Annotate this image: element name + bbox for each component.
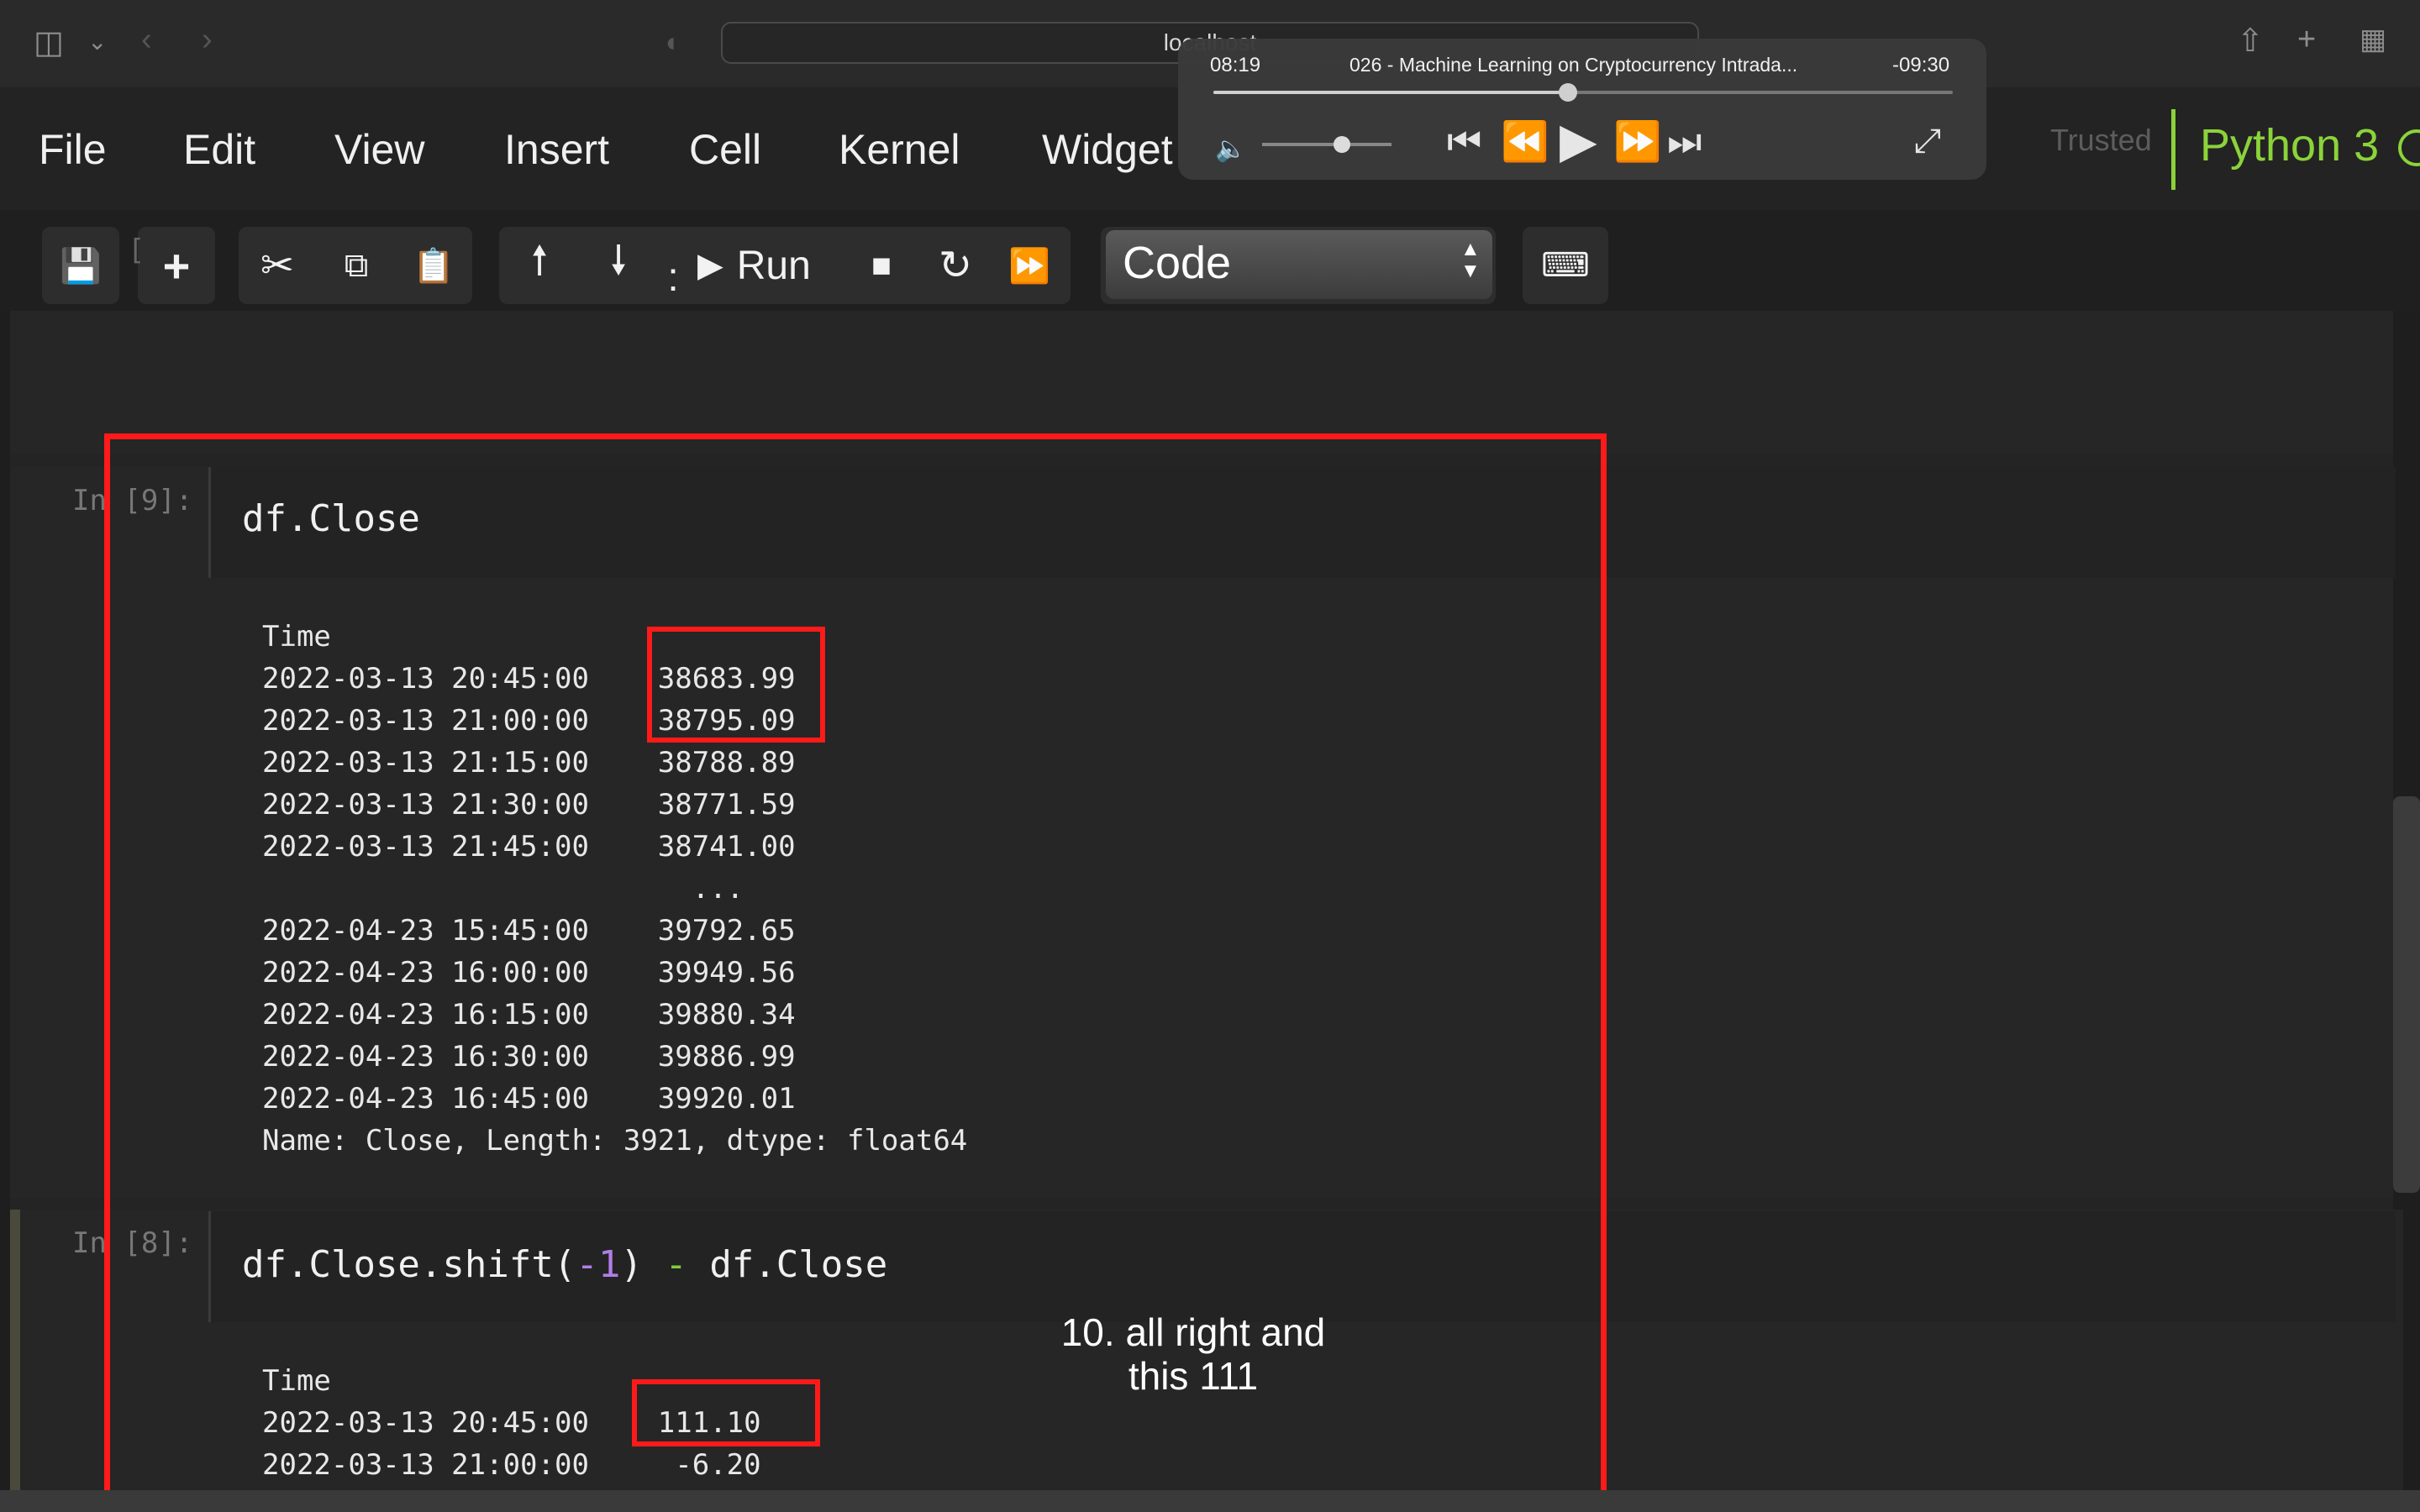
volume-icon[interactable]: 🔈: [1215, 126, 1246, 173]
copy-icon[interactable]: ⧉: [318, 227, 395, 304]
fast-forward-icon[interactable]: ⏩: [992, 227, 1067, 304]
menu-insert[interactable]: Insert: [504, 124, 609, 175]
menu-file[interactable]: File: [39, 124, 107, 175]
menu-widgets[interactable]: Widget: [1042, 124, 1173, 175]
move-up-icon[interactable]: 🠕: [501, 227, 578, 304]
new-tab-icon[interactable]: +: [2297, 24, 2316, 55]
toolbar-separator: :: [667, 255, 679, 300]
insert-cell-icon[interactable]: +: [138, 227, 215, 304]
sidebar-icon[interactable]: ◫: [34, 27, 64, 59]
restart-icon[interactable]: ↻: [918, 227, 993, 304]
save-icon[interactable]: 💾: [42, 227, 119, 304]
previous-prompt-fragment: [: [128, 234, 145, 267]
highlight-box-diff-value: [632, 1379, 820, 1446]
exit-mini-player-icon[interactable]: ⤢: [1914, 118, 1941, 165]
run-label: Run: [736, 243, 811, 288]
annotation-caption: 10. all right and this 111: [1060, 1310, 1326, 1398]
paste-icon[interactable]: 📋: [395, 227, 472, 304]
vertical-scrollbar[interactable]: [2393, 796, 2420, 1193]
rewind-icon[interactable]: ⏪: [1501, 118, 1549, 165]
elapsed-time: 08:19: [1210, 54, 1261, 76]
kernel-name[interactable]: Python 3: [2200, 119, 2379, 171]
menu-cell[interactable]: Cell: [689, 124, 761, 175]
back-icon[interactable]: ‹: [141, 24, 152, 55]
run-button[interactable]: ▶ Run: [697, 227, 840, 304]
chevron-down-icon[interactable]: ⌄: [87, 30, 107, 54]
select-arrows-icon: ▲ ▼: [1460, 238, 1481, 282]
privacy-shield-icon[interactable]: ◐: [666, 29, 681, 55]
skip-to-start-icon[interactable]: ⏮: [1447, 118, 1481, 165]
move-down-icon[interactable]: 🠗: [580, 227, 657, 304]
highlight-box-cells: [104, 433, 1607, 1500]
run-icon: ▶: [697, 247, 723, 284]
progress-fill: [1213, 91, 1569, 94]
trusted-indicator[interactable]: Trusted: [2050, 123, 2152, 158]
play-icon[interactable]: ▶: [1560, 117, 1597, 165]
fast-forward-player-icon[interactable]: ⏩: [1613, 118, 1661, 165]
skip-to-end-icon[interactable]: ⏭: [1667, 118, 1702, 165]
share-icon[interactable]: ⇧: [2237, 25, 2264, 57]
menu-kernel[interactable]: Kernel: [839, 124, 960, 175]
horizontal-scrollbar[interactable]: [0, 1490, 2420, 1512]
menu-edit[interactable]: Edit: [183, 124, 255, 175]
cut-icon[interactable]: ✂: [239, 227, 316, 304]
video-title: 026 - Machine Learning on Cryptocurrency…: [1349, 54, 1798, 76]
forward-icon[interactable]: ›: [202, 24, 213, 55]
remaining-time: -09:30: [1892, 54, 1950, 76]
stop-icon[interactable]: ■: [844, 227, 919, 304]
tab-overview-icon[interactable]: ▦: [2360, 25, 2386, 54]
kernel-divider: [2171, 109, 2175, 190]
volume-slider[interactable]: [1262, 143, 1392, 146]
previous-cell[interactable]: [10, 311, 2393, 454]
menu-view[interactable]: View: [334, 124, 424, 175]
keyboard-icon[interactable]: ⌨: [1523, 227, 1608, 304]
highlight-box-close-values: [647, 627, 825, 743]
cell-type-value: Code: [1123, 238, 1232, 288]
